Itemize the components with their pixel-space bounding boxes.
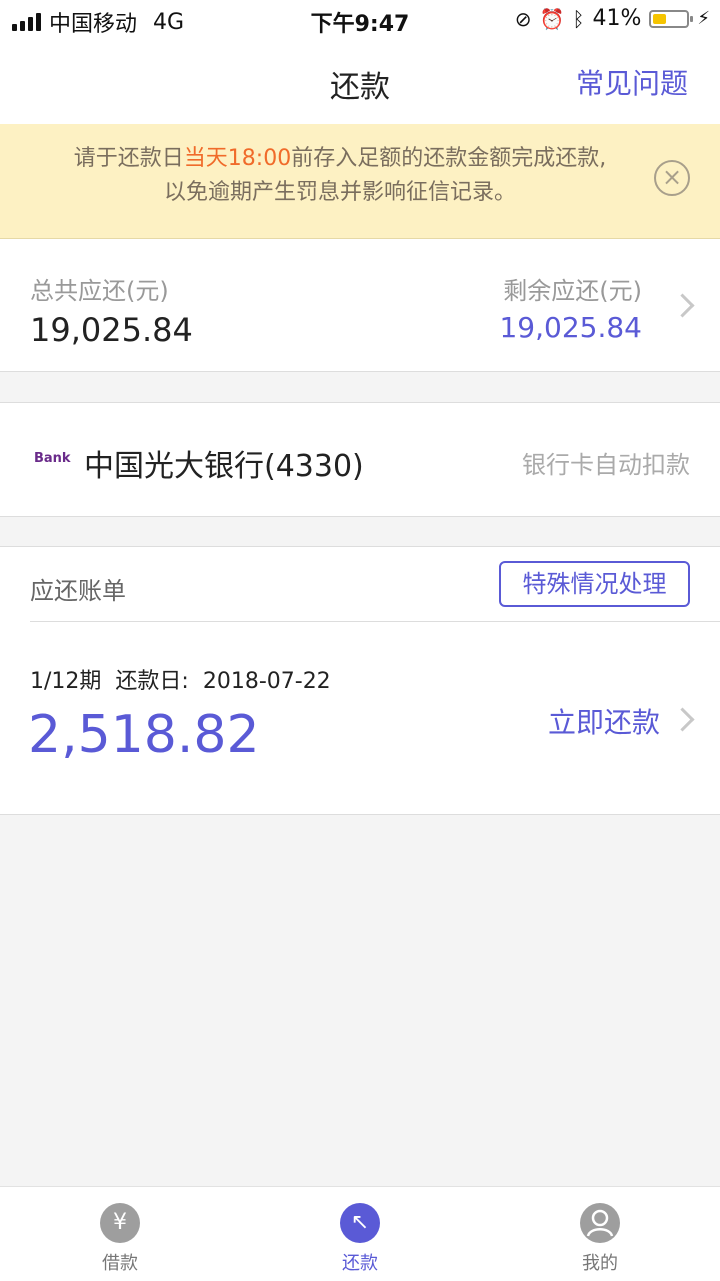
bill-title: 应还账单	[30, 577, 126, 605]
battery-percent: 41%	[592, 6, 642, 31]
faq-button[interactable]: 常见问题	[576, 62, 688, 102]
alarm-icon: ⏰	[539, 6, 565, 31]
chevron-right-icon[interactable]	[670, 707, 695, 732]
bill-period: 1/12期 还款日: 2018-07-22	[30, 663, 345, 695]
pay-now-button[interactable]: 立即还款	[548, 701, 660, 741]
tab-repay[interactable]: ↖ 还款	[300, 1187, 420, 1281]
special-case-button[interactable]: 特殊情况处理	[499, 561, 690, 607]
status-bar: 中国移动 4G 下午9:47 ⊘ ⏰ ᛒ 41% ⚡	[0, 0, 720, 40]
tab-mine[interactable]: 我的	[540, 1187, 660, 1281]
notice-text: 请于还款日当天18:00前存入足额的还款金额完成还款, 以免逾期产生罚息并影响征…	[40, 142, 640, 210]
remaining-value: 19,025.84	[499, 311, 642, 344]
notice-line-1: 请于还款日当天18:00前存入足额的还款金额完成还款,	[73, 146, 607, 171]
tab-label: 借款	[102, 1253, 138, 1274]
repay-arrow-icon: ↖	[340, 1203, 380, 1243]
total-label: 总共应还(元)	[30, 277, 169, 305]
close-icon[interactable]: ×	[654, 160, 690, 196]
chevron-right-icon	[670, 293, 695, 318]
user-icon	[580, 1203, 620, 1243]
status-right: ⊘ ⏰ ᛒ 41% ⚡	[515, 6, 710, 31]
tab-label: 还款	[342, 1253, 378, 1274]
yuan-icon: ¥	[100, 1203, 140, 1243]
user-icon-svg	[586, 1209, 614, 1237]
bank-logo: Bank	[34, 451, 71, 466]
charging-icon: ⚡	[697, 8, 710, 29]
bill-section: 应还账单 特殊情况处理 1/12期 还款日: 2018-07-22 2,518.82…	[0, 546, 720, 815]
bank-name: 中国光大银行(4330)	[84, 449, 364, 484]
rotation-lock-icon: ⊘	[514, 6, 532, 31]
battery-icon	[649, 9, 694, 28]
period-label: 1/12期	[30, 669, 102, 694]
due-label: 还款日:	[115, 669, 189, 694]
remaining-label: 剩余应还(元)	[503, 277, 642, 305]
tab-label: 我的	[582, 1253, 618, 1274]
bill-amount: 2,518.82	[28, 705, 260, 765]
notice-line-2: 以免逾期产生罚息并影响征信记录。	[163, 180, 516, 205]
bank-card-row[interactable]: Bank 中国光大银行(4330) 银行卡自动扣款	[0, 402, 720, 517]
divider	[30, 621, 720, 622]
total-value: 19,025.84	[30, 311, 193, 349]
battery-fill	[653, 13, 667, 24]
bluetooth-icon: ᛒ	[572, 6, 585, 31]
notice-highlight: 当天18:00	[183, 146, 292, 171]
nav-bar: 还款 常见问题	[0, 40, 720, 124]
auto-deduct-label: 银行卡自动扣款	[522, 451, 690, 479]
tab-borrow[interactable]: ¥ 借款	[60, 1187, 180, 1281]
due-date: 2018-07-22	[202, 669, 331, 694]
tab-bar: ¥ 借款 ↖ 还款 我的	[0, 1186, 720, 1281]
notice-banner: 请于还款日当天18:00前存入足额的还款金额完成还款, 以免逾期产生罚息并影响征…	[0, 124, 720, 239]
totals-section[interactable]: 总共应还(元) 19,025.84 剩余应还(元) 19,025.84	[0, 239, 720, 372]
